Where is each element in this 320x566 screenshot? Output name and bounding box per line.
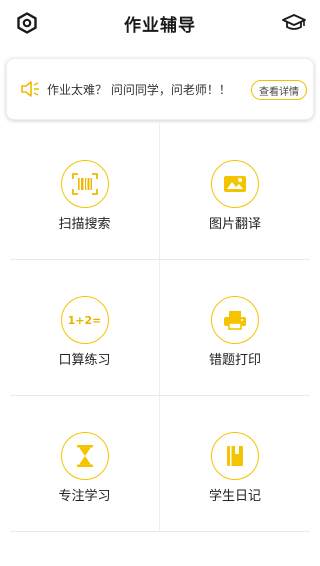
feature-image-translate[interactable]: 图片翻译: [160, 124, 310, 260]
feature-wrong-print[interactable]: 错题打印: [160, 260, 310, 396]
speaker-icon: [21, 81, 39, 97]
diary-book-icon: [227, 446, 243, 466]
math-icon: 1+2=: [67, 313, 102, 327]
feature-icon-circle: [60, 160, 109, 208]
notice-banner: 作业太难？ 问问同学，问老师！！ 查看详情: [6, 58, 314, 120]
barcode-scan-icon: [71, 173, 98, 195]
image-icon: [224, 176, 246, 192]
graduation-button[interactable]: [280, 10, 308, 36]
feature-icon-circle: 1+2=: [60, 296, 109, 344]
notice-text: 作业太难？ 问问同学，问老师！！: [47, 83, 231, 97]
feature-label: 专注学习: [58, 489, 111, 504]
feature-student-diary[interactable]: 学生日记: [160, 396, 310, 532]
feature-mental-math[interactable]: 1+2= 口算练习: [10, 260, 160, 396]
printer-icon: [224, 311, 246, 330]
feature-label: 学生日记: [208, 489, 261, 504]
feature-label: 错题打印: [208, 353, 261, 368]
feature-icon-circle: [211, 160, 259, 208]
feature-row: 1+2= 口算练习 错题打印: [10, 260, 310, 396]
feature-focus-study[interactable]: 专注学习: [10, 396, 160, 532]
feature-icon-circle: [211, 432, 259, 480]
feature-icon-circle: [211, 296, 259, 344]
hourglass-icon: [76, 445, 93, 467]
feature-row: 专注学习 学生日记: [10, 396, 310, 532]
feature-label: 扫描搜索: [58, 217, 111, 232]
graduation-cap-icon: [282, 14, 306, 30]
feature-icon-circle: [60, 432, 109, 480]
page-title: 作业辅导: [124, 16, 196, 36]
feature-label: 口算练习: [58, 353, 111, 368]
feature-grid: 扫描搜索 图片翻译 1+2= 口算练习 错题打印 专注学习 学生日记: [10, 124, 310, 532]
top-bar: 作业辅导: [0, 0, 320, 46]
feature-scan-search[interactable]: 扫描搜索: [10, 124, 160, 260]
feature-label: 图片翻译: [208, 217, 261, 232]
view-details-button[interactable]: 查看详情: [251, 80, 307, 100]
feature-row: 扫描搜索 图片翻译: [10, 124, 310, 260]
